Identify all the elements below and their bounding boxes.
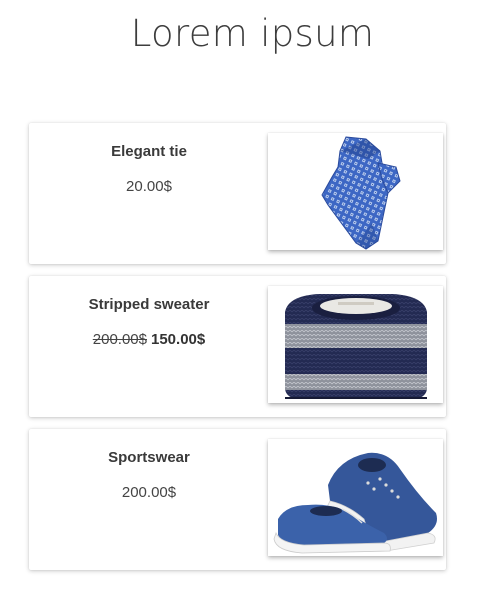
sweater-image	[285, 294, 427, 399]
product-info: Elegant tie 20.00$	[29, 123, 269, 264]
product-image-frame[interactable]	[268, 286, 443, 403]
product-info: Stripped sweater 200.00$ 150.00$	[29, 276, 269, 417]
product-card-stripped-sweater[interactable]: Stripped sweater 200.00$ 150.00$	[29, 276, 446, 417]
product-price: 200.00$ 150.00$	[29, 331, 269, 348]
product-info: Sportswear 200.00$	[29, 429, 269, 570]
sneakers-image	[273, 452, 437, 554]
product-card-sportswear[interactable]: Sportswear 200.00$	[29, 429, 446, 570]
product-image-frame[interactable]	[268, 133, 443, 250]
product-price: 200.00$	[29, 484, 269, 501]
product-name[interactable]: Stripped sweater	[29, 296, 269, 313]
tie-image	[321, 136, 401, 250]
old-price: 200.00$	[92, 331, 147, 348]
sale-price: 150.00$	[151, 331, 206, 348]
price-value: 20.00$	[126, 178, 172, 195]
product-card-elegant-tie[interactable]: Elegant tie 20.00$	[29, 123, 446, 264]
product-name[interactable]: Sportswear	[29, 449, 269, 466]
product-name[interactable]: Elegant tie	[29, 143, 269, 160]
product-price: 20.00$	[29, 178, 269, 195]
price-value: 200.00$	[121, 484, 177, 501]
page-title: Lorem ipsum	[130, 12, 375, 55]
product-image-frame[interactable]	[268, 439, 443, 556]
